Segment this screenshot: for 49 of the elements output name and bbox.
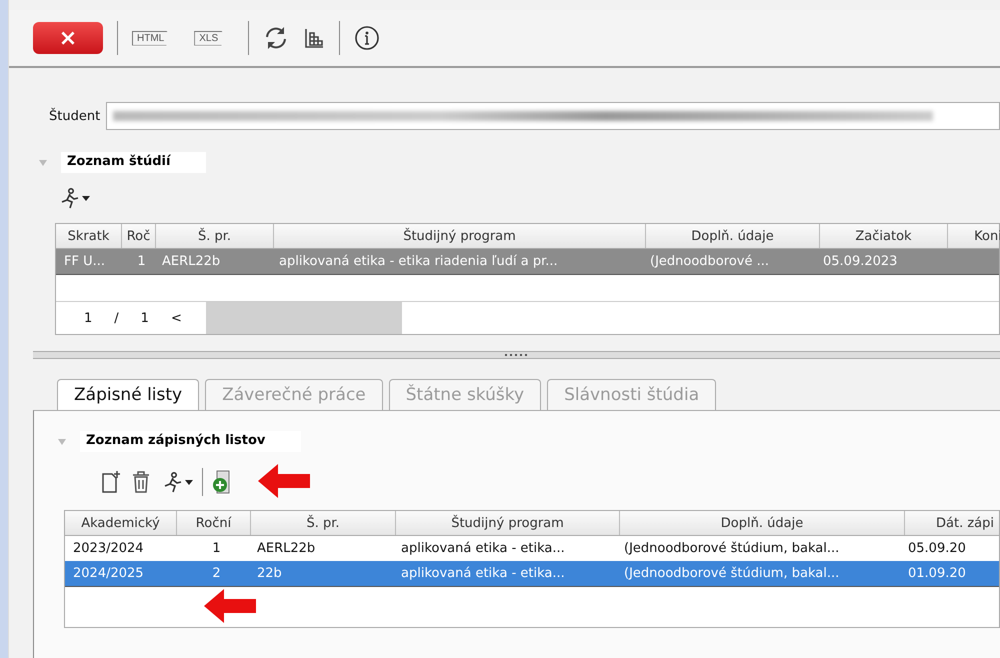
table-cell-text: aplikovaná etika - etika... [400,540,566,558]
column-header[interactable]: Roční [177,511,251,535]
column-header[interactable]: Študijný program [274,224,646,248]
column-header[interactable]: Akademický [65,511,177,535]
table-cell-text: FF U... [63,253,106,271]
table-cell-text: 2 [211,565,222,583]
previous-page-button[interactable]: < [170,310,182,326]
arrow-drawing [258,464,310,498]
info-icon[interactable] [354,25,380,51]
table-cell-text: (Jednoodborové štúdium, bakal... [623,565,840,583]
table-cell-text: AERL22b [161,253,222,271]
arrow-drawing [204,589,256,623]
column-header[interactable]: Skratk [56,224,122,248]
section-title: Zoznam zápisných listov [80,431,302,452]
pager-text: 1 [140,310,149,326]
table-cell-text: 22b [256,565,283,583]
new-document-icon[interactable] [100,470,122,494]
table-cell-text: aplikovaná etika - etika riadenia ľudí a pr... [278,253,559,271]
scrollbar-thumb[interactable] [206,302,402,334]
student-field[interactable] [106,102,1000,130]
section-title: Zoznam štúdií [61,152,206,173]
table-row[interactable]: 2024/2025 2 22b aplikovaná etika - etika... (Jednoodborové štúdium, bakal... 01.09.20 [65,561,999,587]
column-header[interactable]: Doplň. údaje [620,511,905,535]
column-header[interactable]: Dát. zápi [905,511,1000,535]
table-cell-text: 01.09.20 [907,565,967,583]
column-header[interactable]: Š. pr. [251,511,396,535]
table-cell-text: 05.09.2023 [822,253,898,271]
column-header[interactable]: Doplň. údaje [646,224,820,248]
close-button[interactable]: × [33,22,103,54]
table-cell-text: 2024/2025 [72,565,145,583]
table-cell-text: 2023/2024 [72,540,145,558]
column-header[interactable]: Roč [122,224,156,248]
table-cell-text: 05.09.20 [907,540,967,558]
splitter-handle[interactable] [33,351,1000,359]
table-cell-text: (Jednoodborové štúdium, bakal... [623,540,840,558]
student-label: Študent [49,108,100,124]
grid-icon[interactable] [303,27,326,49]
column-header[interactable]: Začiatok [820,224,948,248]
trash-icon[interactable] [130,470,152,494]
table-cell-text: (Jednoodborové ... [649,253,770,271]
pager-text: / [114,310,119,326]
column-header[interactable]: Študijný program [396,511,620,535]
table-cell-text: 1 [211,540,222,558]
tab[interactable]: Zápisné listy [57,379,200,410]
table-cell-text: AERL22b [256,540,316,558]
table-cell-text: aplikovaná etika - etika... [400,565,566,583]
column-header[interactable]: Š. pr. [156,224,274,248]
table-cell-text: 1 [136,253,147,271]
pager-text: 1 [84,310,92,326]
